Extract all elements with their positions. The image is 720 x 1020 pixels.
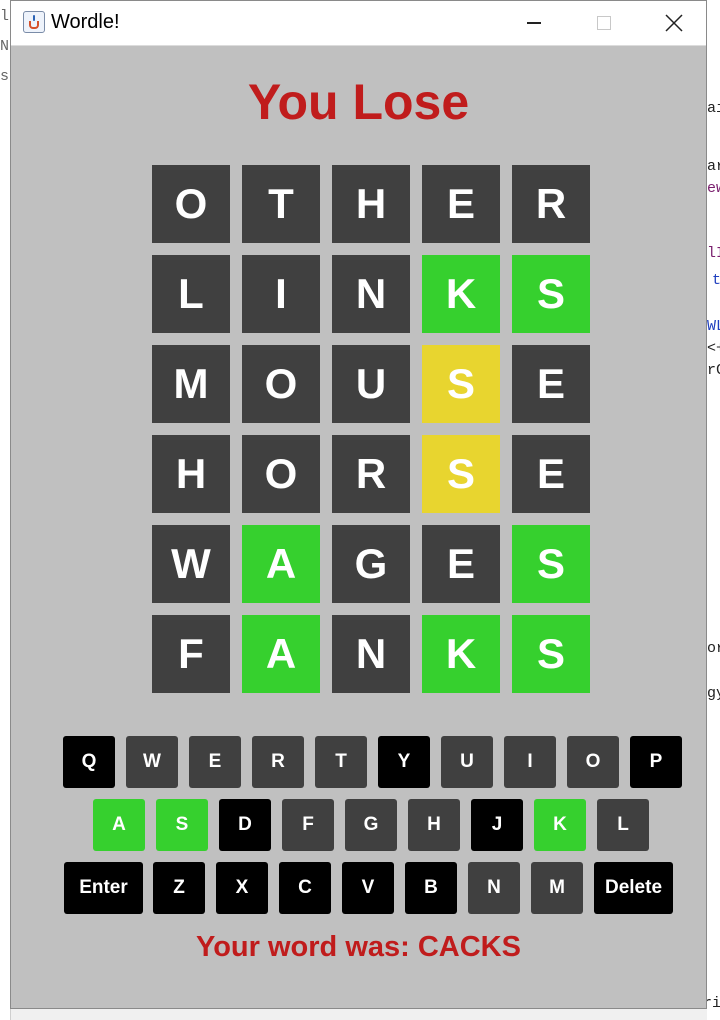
tile-r4-c4: S	[422, 435, 500, 513]
background-fragment-right: ar	[707, 158, 720, 175]
key-q[interactable]: Q	[63, 736, 115, 788]
answer-reveal: Your word was: CACKS	[196, 931, 521, 963]
key-c[interactable]: C	[279, 862, 331, 914]
key-z[interactable]: Z	[153, 862, 205, 914]
key-s[interactable]: S	[156, 799, 208, 851]
tile-r4-c2: O	[242, 435, 320, 513]
tile-r4-c5: E	[512, 435, 590, 513]
tile-r4-c3: R	[332, 435, 410, 513]
key-n[interactable]: N	[468, 862, 520, 914]
tile-r6-c4: K	[422, 615, 500, 693]
key-g[interactable]: G	[345, 799, 397, 851]
tile-r5-c3: G	[332, 525, 410, 603]
tile-r1-c1: O	[152, 165, 230, 243]
tile-r2-c2: I	[242, 255, 320, 333]
background-window-right	[707, 0, 720, 1020]
tile-r5-c2: A	[242, 525, 320, 603]
key-p[interactable]: P	[630, 736, 682, 788]
background-fragment-right: <+	[707, 340, 720, 357]
tile-r2-c3: N	[332, 255, 410, 333]
key-e[interactable]: E	[189, 736, 241, 788]
background-fragment-right: or	[707, 640, 720, 657]
background-fragment-left: N	[0, 38, 10, 55]
tile-r3-c2: O	[242, 345, 320, 423]
key-h[interactable]: H	[408, 799, 460, 851]
close-icon	[665, 14, 683, 32]
background-fragment-right: WL	[707, 318, 720, 335]
key-t[interactable]: T	[315, 736, 367, 788]
tile-r6-c5: S	[512, 615, 590, 693]
key-b[interactable]: B	[405, 862, 457, 914]
close-button[interactable]	[651, 1, 697, 45]
minimize-icon	[527, 22, 541, 24]
key-x[interactable]: X	[216, 862, 268, 914]
key-l[interactable]: L	[597, 799, 649, 851]
background-fragment-right: rC	[707, 362, 720, 379]
java-app-icon	[23, 11, 45, 33]
tile-r2-c4: K	[422, 255, 500, 333]
key-k[interactable]: K	[534, 799, 586, 851]
background-fragment-right: lI	[707, 245, 720, 262]
key-delete[interactable]: Delete	[594, 862, 673, 914]
tile-r5-c4: E	[422, 525, 500, 603]
key-y[interactable]: Y	[378, 736, 430, 788]
tile-r3-c5: E	[512, 345, 590, 423]
key-m[interactable]: M	[531, 862, 583, 914]
tile-r6-c1: F	[152, 615, 230, 693]
background-fragment-right: t	[712, 272, 720, 289]
wordle-window: Wordle! You Lose OTHERLINKSMOUSEHORSEWAG…	[10, 0, 707, 1009]
result-heading: You Lose	[247, 74, 470, 130]
key-u[interactable]: U	[441, 736, 493, 788]
tile-r6-c2: A	[242, 615, 320, 693]
tile-r1-c5: R	[512, 165, 590, 243]
tile-r3-c4: S	[422, 345, 500, 423]
key-v[interactable]: V	[342, 862, 394, 914]
minimize-button[interactable]	[511, 1, 557, 45]
key-w[interactable]: W	[126, 736, 178, 788]
background-fragment-right: gy	[707, 685, 720, 702]
key-d[interactable]: D	[219, 799, 271, 851]
tile-r3-c3: U	[332, 345, 410, 423]
tile-r2-c5: S	[512, 255, 590, 333]
tile-r5-c1: W	[152, 525, 230, 603]
key-j[interactable]: J	[471, 799, 523, 851]
background-fragment-right: ew	[707, 180, 720, 197]
maximize-button[interactable]	[581, 1, 627, 45]
tile-r6-c3: N	[332, 615, 410, 693]
key-a[interactable]: A	[93, 799, 145, 851]
key-o[interactable]: O	[567, 736, 619, 788]
tile-r3-c1: M	[152, 345, 230, 423]
key-i[interactable]: I	[504, 736, 556, 788]
window-title: Wordle!	[51, 11, 120, 33]
tile-r2-c1: L	[152, 255, 230, 333]
title-bar[interactable]: Wordle!	[11, 1, 706, 46]
maximize-icon	[597, 16, 611, 30]
key-enter[interactable]: Enter	[64, 862, 143, 914]
key-r[interactable]: R	[252, 736, 304, 788]
tile-r1-c2: T	[242, 165, 320, 243]
tile-r1-c4: E	[422, 165, 500, 243]
key-f[interactable]: F	[282, 799, 334, 851]
tile-r5-c5: S	[512, 525, 590, 603]
tile-r4-c1: H	[152, 435, 230, 513]
background-fragment-right: ai	[707, 100, 720, 117]
background-fragment-left: s	[0, 68, 10, 85]
tile-r1-c3: H	[332, 165, 410, 243]
